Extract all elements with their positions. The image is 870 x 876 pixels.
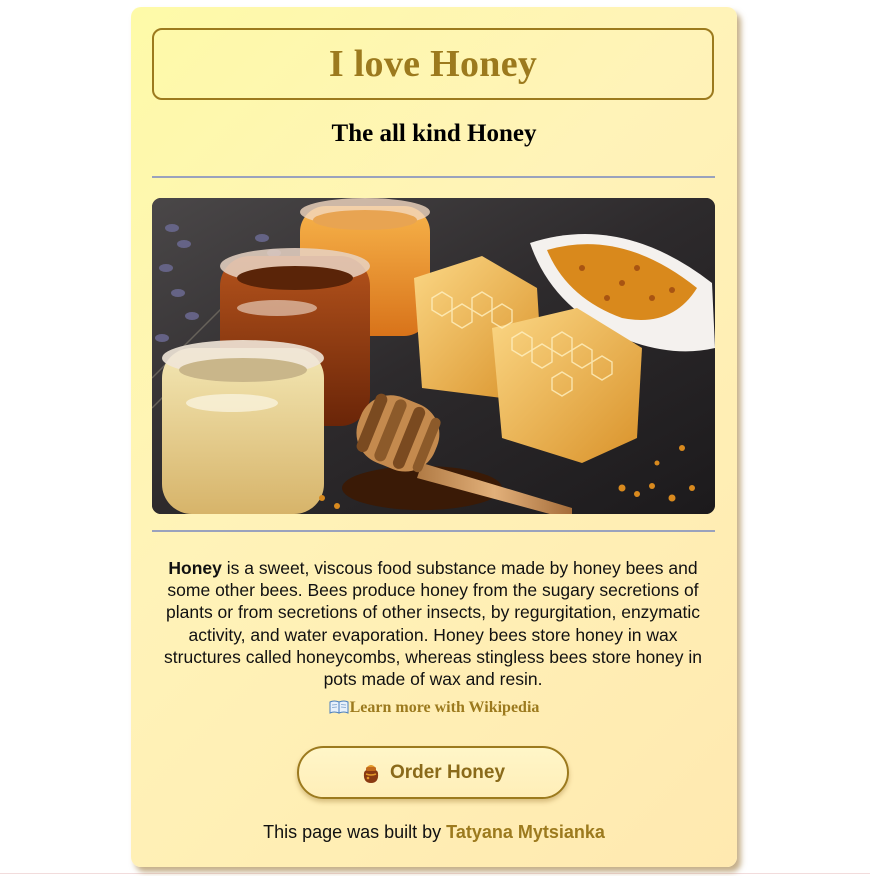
order-honey-button[interactable]: Order Honey [297, 746, 569, 799]
honey-pot-icon [363, 764, 379, 783]
wikipedia-link-row: Learn more with Wikipedia [131, 699, 737, 717]
wikipedia-link[interactable]: Learn more with Wikipedia [329, 699, 540, 716]
divider-bottom [152, 530, 715, 532]
title-box: I love Honey [152, 28, 714, 100]
honey-description: Honey is a sweet, viscous food substance… [155, 557, 711, 690]
description-body: is a sweet, viscous food substance made … [164, 558, 702, 690]
honey-photo [152, 198, 715, 514]
page-subtitle: The all kind Honey [331, 120, 537, 147]
divider-top [152, 176, 715, 178]
order-button-label: Order Honey [389, 761, 506, 783]
description-lead: Honey [168, 558, 222, 578]
footer-credit: This page was built by Tatyana Mytsianka [131, 822, 737, 843]
credit-prefix: This page was built by [263, 822, 447, 842]
page-bottom-edge [0, 873, 870, 874]
wikipedia-link-label: Learn more with Wikipedia [349, 699, 540, 716]
open-book-icon [329, 700, 349, 714]
honey-card: I love Honey The all kind Honey Honey is… [131, 7, 737, 867]
author-link[interactable]: Tatyana Mytsianka [446, 822, 605, 842]
page-title: I love Honey [328, 43, 538, 85]
